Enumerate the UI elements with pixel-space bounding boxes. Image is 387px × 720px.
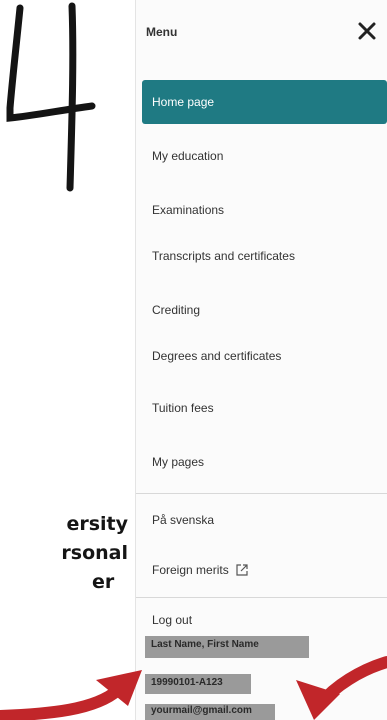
menu-item-my-pages[interactable]: My pages: [142, 440, 387, 484]
partial-line-2: rsonal: [61, 542, 128, 564]
partial-line-3: er: [92, 571, 115, 593]
right-arrow-icon: [296, 656, 387, 720]
menu-item-label: Examinations: [152, 203, 225, 217]
menu-item-my-education[interactable]: My education: [142, 134, 387, 178]
decorative-graphic: ersity rsonal er: [0, 0, 135, 720]
close-icon[interactable]: [354, 18, 380, 44]
menu-item-label: Foreign merits: [152, 563, 229, 577]
menu-item-label: Home page: [152, 95, 215, 109]
partial-heading: ersity rsonal er: [0, 510, 128, 597]
menu-item-transcripts[interactable]: Transcripts and certificates: [142, 234, 387, 278]
menu-item-label: My pages: [152, 455, 205, 469]
step-number-graphic: [6, 2, 96, 192]
left-arrow-icon: [0, 670, 142, 720]
menu-item-label: Tuition fees: [152, 401, 214, 415]
external-link-icon: [236, 564, 248, 576]
menu-panel: Menu Home page My education Examinations…: [135, 0, 387, 720]
menu-divider: [136, 493, 387, 494]
menu-item-degrees[interactable]: Degrees and certificates: [142, 334, 387, 378]
menu-item-examinations[interactable]: Examinations: [142, 188, 387, 232]
menu-item-label: My education: [152, 149, 224, 163]
menu-item-pa-svenska[interactable]: På svenska: [142, 498, 387, 542]
menu-item-label: På svenska: [152, 513, 215, 527]
menu-item-home-page[interactable]: Home page: [142, 80, 387, 124]
menu-item-label: Crediting: [152, 303, 201, 317]
menu-header: Menu: [136, 0, 387, 64]
menu-item-tuition-fees[interactable]: Tuition fees: [142, 386, 387, 430]
partial-line-1: ersity: [66, 513, 128, 535]
menu-item-crediting[interactable]: Crediting: [142, 288, 387, 332]
menu-item-foreign-merits[interactable]: Foreign merits: [142, 548, 387, 592]
menu-title: Menu: [146, 25, 178, 39]
menu-item-label: Degrees and certificates: [152, 349, 282, 363]
menu-item-label: Transcripts and certificates: [152, 249, 295, 263]
menu-item-label: Log out: [152, 613, 193, 627]
